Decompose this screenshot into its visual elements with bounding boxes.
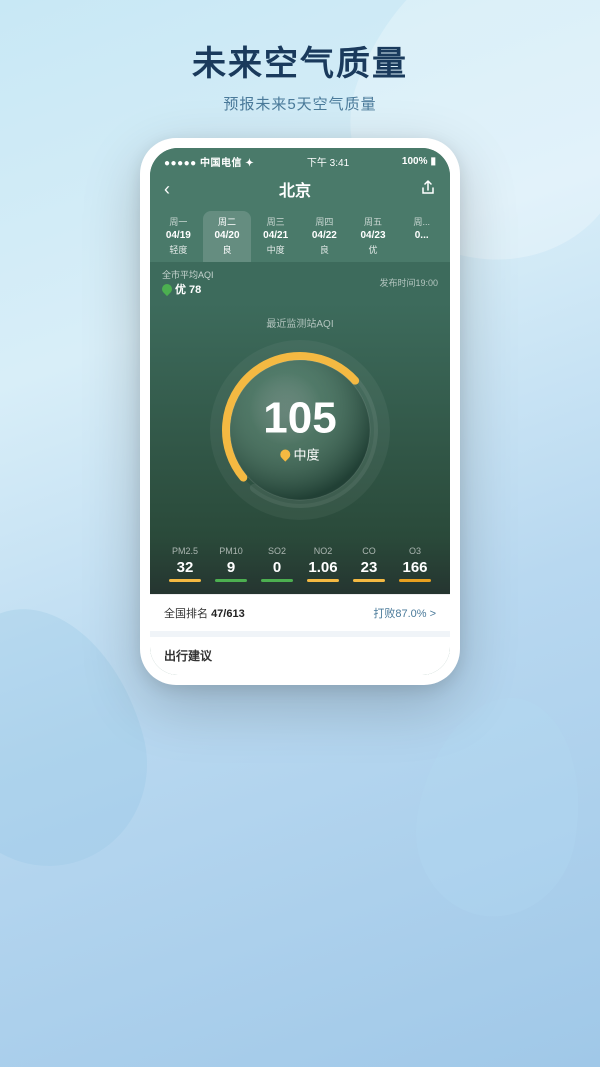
gauge-center: 105 中度 [263, 397, 336, 464]
phone-screen: ●●●●● 中国电信 ✦ 下午 3:41 100% ▮ ‹ 北京 [150, 148, 450, 675]
city-avg-value: 优 78 [162, 281, 214, 297]
advice-row: 出行建议 [150, 631, 450, 675]
advice-label: 出行建议 [164, 649, 212, 663]
metric-pm25-bar [169, 579, 201, 582]
status-carrier: ●●●●● 中国电信 ✦ [164, 154, 254, 169]
metric-no2-name: NO2 [300, 546, 346, 556]
day-item-sat[interactable]: 周... 0... [397, 211, 446, 262]
metric-o3-bar [399, 579, 431, 582]
gauge-quality-label: 中度 [263, 445, 336, 464]
leaf-icon-green [160, 282, 174, 296]
metric-o3-name: O3 [392, 546, 438, 556]
metric-so2-bar [261, 579, 293, 582]
phone-frame: ●●●●● 中国电信 ✦ 下午 3:41 100% ▮ ‹ 北京 [140, 138, 460, 685]
day-selector: 周一 04/19 轻度 周二 04/20 良 周三 04/21 中度 周四 04… [150, 207, 450, 262]
ranking-right[interactable]: 打败87.0% > [373, 605, 436, 621]
day-week-fri: 周五 [351, 215, 396, 228]
status-battery: 100% ▮ [402, 156, 436, 167]
metric-no2: NO2 1.06 [300, 546, 346, 582]
metric-pm25: PM2.5 32 [162, 546, 208, 582]
city-avg-label: 全市平均AQI [162, 268, 214, 281]
metric-pm10: PM10 9 [208, 546, 254, 582]
nav-bar: ‹ 北京 [150, 173, 450, 207]
day-date-thu: 04/22 [302, 230, 347, 241]
metric-co-bar [353, 579, 385, 582]
metric-o3-value: 166 [392, 559, 438, 576]
back-button[interactable]: ‹ [164, 179, 170, 200]
day-week-thu: 周四 [302, 215, 347, 228]
bg-decoration-3 [402, 685, 598, 929]
day-date-fri: 04/23 [351, 230, 396, 241]
day-quality-fri: 优 [351, 243, 396, 256]
ranking-left: 全国排名 47/613 [164, 605, 245, 621]
metric-co-name: CO [346, 546, 392, 556]
day-week-mon: 周一 [156, 215, 201, 228]
ranking-row[interactable]: 全国排名 47/613 打败87.0% > [150, 594, 450, 631]
status-bar: ●●●●● 中国电信 ✦ 下午 3:41 100% ▮ [150, 148, 450, 173]
day-item-mon[interactable]: 周一 04/19 轻度 [154, 211, 203, 262]
metric-no2-bar [307, 579, 339, 582]
day-item-wed[interactable]: 周三 04/21 中度 [251, 211, 300, 262]
metric-pm10-value: 9 [208, 559, 254, 576]
day-quality-thu: 良 [302, 243, 347, 256]
nav-city-title: 北京 [279, 177, 311, 201]
metric-pm25-value: 32 [162, 559, 208, 576]
page-subtitle: 预报未来5天空气质量 [0, 93, 600, 114]
metric-co: CO 23 [346, 546, 392, 582]
day-quality-tue: 良 [205, 243, 250, 256]
status-time: 下午 3:41 [307, 154, 349, 169]
day-date-mon: 04/19 [156, 230, 201, 241]
metrics-grid: PM2.5 32 PM10 9 SO2 0 N [162, 546, 438, 582]
page-title: 未来空气质量 [0, 36, 600, 85]
day-week-sat: 周... [399, 215, 444, 228]
metric-o3: O3 166 [392, 546, 438, 582]
share-button[interactable] [420, 180, 436, 199]
day-date-sat: 0... [399, 230, 444, 241]
metric-so2-name: SO2 [254, 546, 300, 556]
metrics-section: PM2.5 32 PM10 9 SO2 0 N [150, 536, 450, 594]
day-date-wed: 04/21 [253, 230, 298, 241]
phone-wrapper: ●●●●● 中国电信 ✦ 下午 3:41 100% ▮ ‹ 北京 [0, 138, 600, 685]
day-item-thu[interactable]: 周四 04/22 良 [300, 211, 349, 262]
metric-so2-value: 0 [254, 559, 300, 576]
publish-time: 发布时间19:00 [379, 276, 438, 289]
metric-pm10-name: PM10 [208, 546, 254, 556]
metric-pm25-name: PM2.5 [162, 546, 208, 556]
gauge-leaf-icon [278, 447, 292, 461]
metric-so2: SO2 0 [254, 546, 300, 582]
day-quality-wed: 中度 [253, 243, 298, 256]
city-avg-section: 全市平均AQI 优 78 [162, 268, 214, 297]
gauge-section: 最近监测站AQI [150, 303, 450, 536]
metric-co-value: 23 [346, 559, 392, 576]
metric-no2-value: 1.06 [300, 559, 346, 576]
gauge-aqi-value: 105 [263, 397, 336, 441]
day-date-tue: 04/20 [205, 230, 250, 241]
gauge-label: 最近监测站AQI [266, 315, 333, 330]
battery-icon: ▮ [430, 156, 436, 167]
aqi-info-bar: 全市平均AQI 优 78 发布时间19:00 [150, 262, 450, 303]
metric-pm10-bar [215, 579, 247, 582]
day-quality-mon: 轻度 [156, 243, 201, 256]
day-item-tue[interactable]: 周二 04/20 良 [203, 211, 252, 262]
day-item-fri[interactable]: 周五 04/23 优 [349, 211, 398, 262]
page-header: 未来空气质量 预报未来5天空气质量 [0, 0, 600, 130]
ranking-value: 47/613 [211, 608, 245, 620]
day-week-tue: 周二 [205, 215, 250, 228]
gauge-container: 105 中度 [210, 340, 390, 520]
day-week-wed: 周三 [253, 215, 298, 228]
